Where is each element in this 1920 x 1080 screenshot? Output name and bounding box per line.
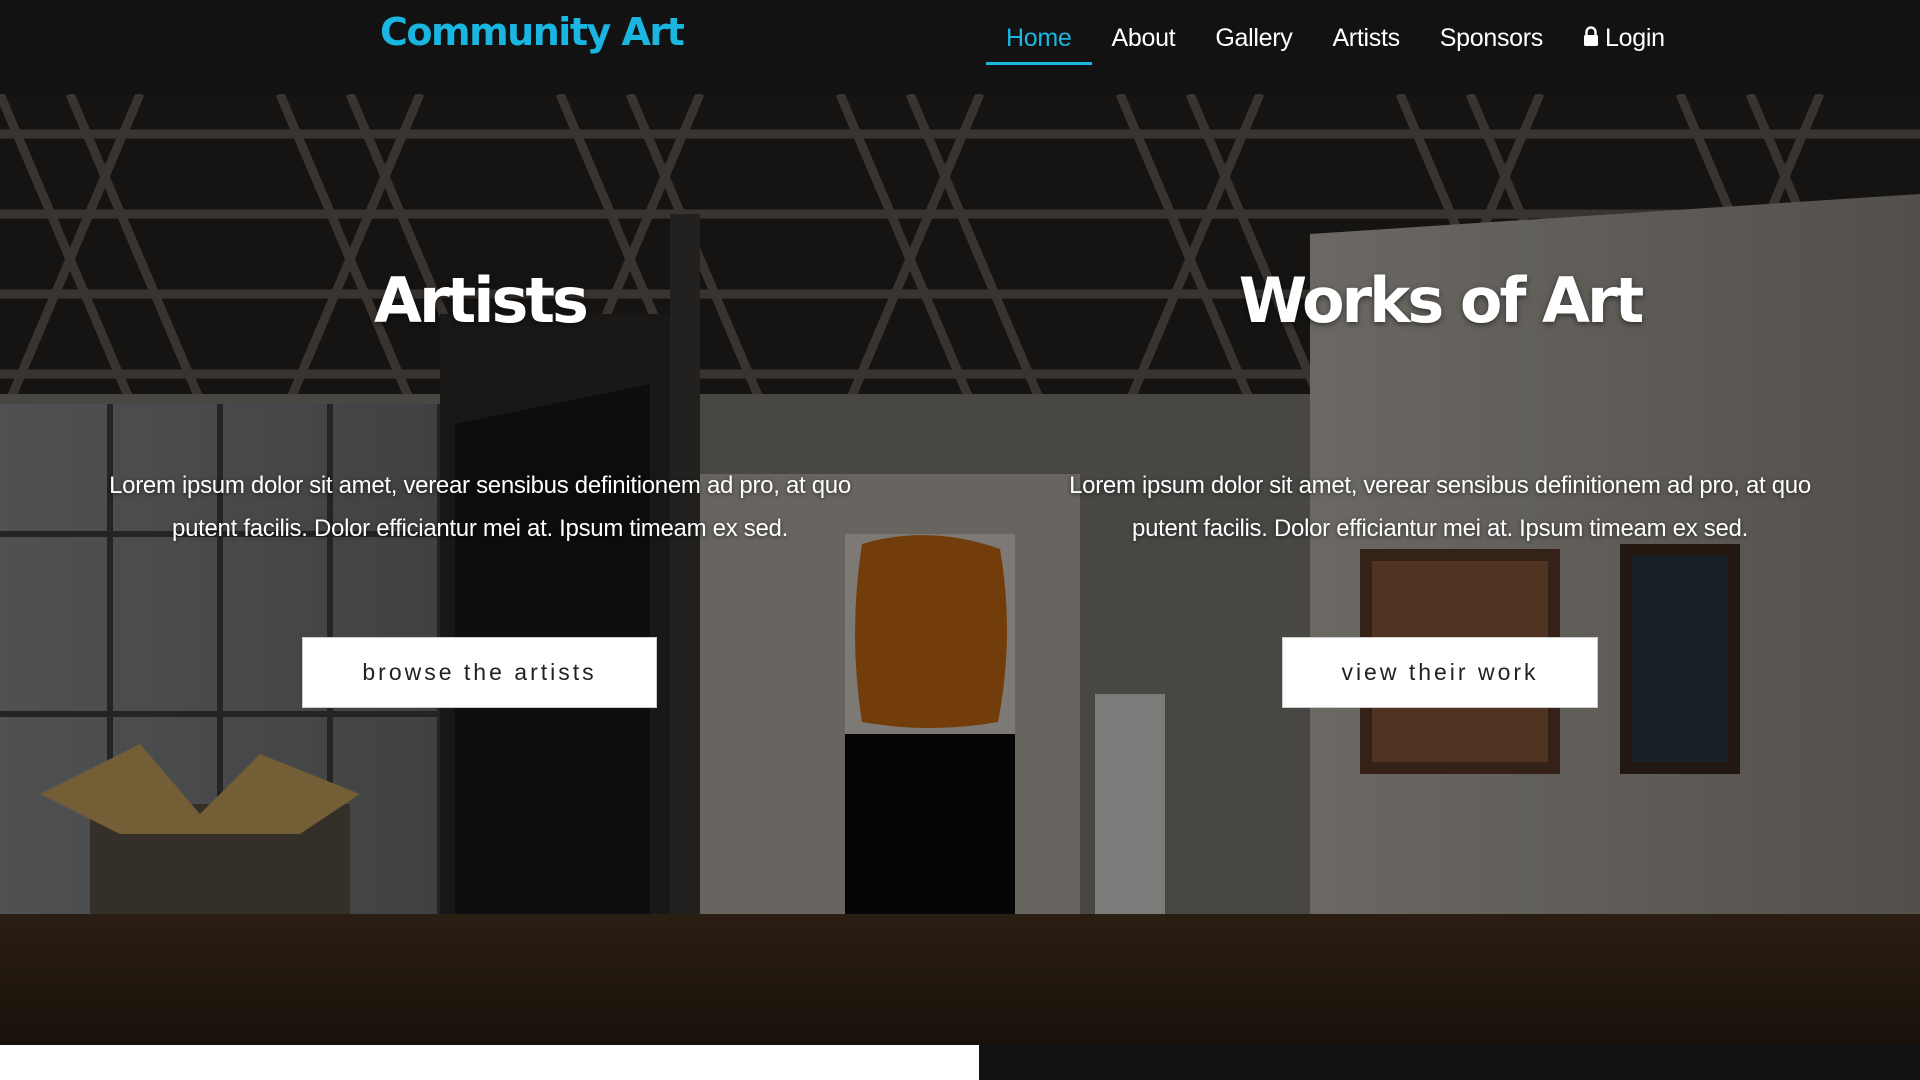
nav-gallery[interactable]: Gallery bbox=[1195, 0, 1312, 94]
top-navbar: Community Art Home About Gallery Artists… bbox=[0, 0, 1920, 94]
works-panel: Works of Art Lorem ipsum dolor sit amet,… bbox=[960, 94, 1920, 1045]
artists-panel: Artists Lorem ipsum dolor sit amet, vere… bbox=[0, 94, 960, 1045]
brand-logo-link[interactable]: Community Art bbox=[380, 10, 685, 54]
hero-section: Artists Lorem ipsum dolor sit amet, vere… bbox=[0, 94, 1920, 1045]
nav-login-label: Login bbox=[1605, 24, 1665, 52]
lock-icon bbox=[1583, 26, 1599, 48]
works-description: Lorem ipsum dolor sit amet, verear sensi… bbox=[1069, 472, 1811, 542]
next-section-left bbox=[0, 1045, 979, 1080]
view-work-button[interactable]: view their work bbox=[1282, 637, 1598, 708]
nav-artists[interactable]: Artists bbox=[1312, 0, 1419, 94]
next-section-right bbox=[979, 1045, 1920, 1080]
artists-description: Lorem ipsum dolor sit amet, verear sensi… bbox=[109, 472, 851, 542]
works-heading: Works of Art bbox=[1238, 264, 1644, 337]
nav-about[interactable]: About bbox=[1092, 0, 1196, 94]
nav-login[interactable]: Login bbox=[1563, 0, 1685, 94]
artists-heading: Artists bbox=[374, 264, 589, 337]
nav-sponsors[interactable]: Sponsors bbox=[1420, 0, 1563, 94]
main-nav: Home About Gallery Artists Sponsors Logi… bbox=[986, 0, 1685, 94]
browse-artists-button[interactable]: browse the artists bbox=[302, 637, 657, 708]
nav-home[interactable]: Home bbox=[986, 0, 1092, 94]
